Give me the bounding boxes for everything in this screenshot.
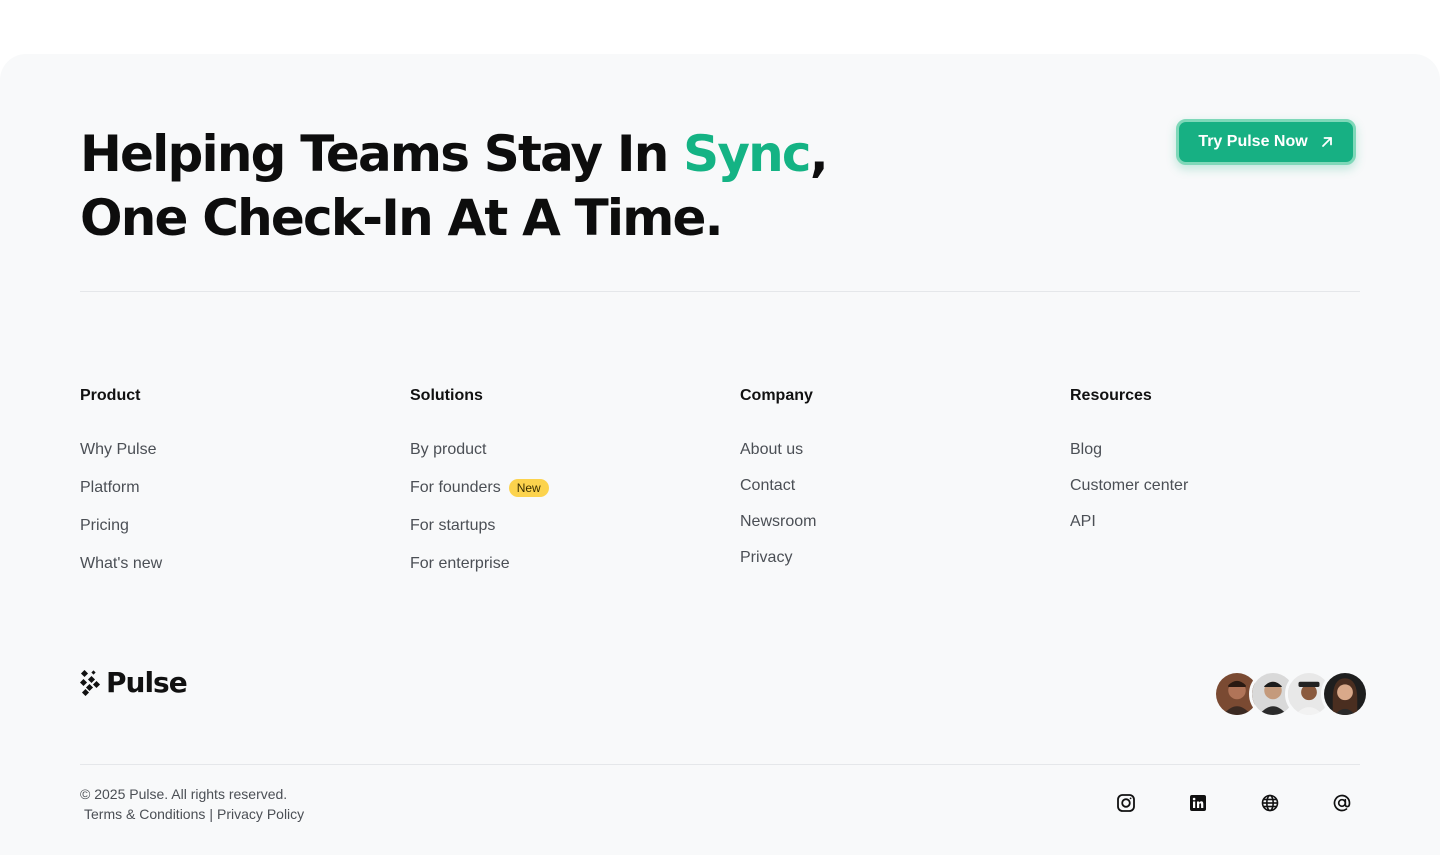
instagram-link[interactable] <box>1114 791 1138 815</box>
footer-column-product: Product Why Pulse Platform Pricing What'… <box>80 387 380 572</box>
footer-link-api[interactable]: API <box>1070 513 1188 549</box>
footer-link-privacy[interactable]: Privacy <box>740 549 816 585</box>
copyright-text: © 2025 Pulse. All rights reserved. <box>80 786 288 802</box>
footer-link-blog[interactable]: Blog <box>1070 441 1188 477</box>
brand-name: Pulse <box>106 666 188 699</box>
footer-column-company: Company About us Contact Newsroom Privac… <box>740 387 1040 566</box>
instagram-icon <box>1117 794 1135 812</box>
footer-link-for-enterprise[interactable]: For enterprise <box>410 555 549 593</box>
social-links <box>1114 791 1354 815</box>
pulse-logo-icon <box>80 669 101 696</box>
at-sign-icon <box>1333 794 1351 812</box>
avatar-group <box>1213 670 1369 718</box>
avatar <box>1321 670 1369 718</box>
footer-column-resources: Resources Blog Customer center API <box>1070 387 1370 530</box>
footer-link-contact[interactable]: Contact <box>740 477 816 513</box>
new-badge: New <box>508 479 549 497</box>
footer-link-newsroom[interactable]: Newsroom <box>740 513 816 549</box>
privacy-policy-link[interactable]: Privacy Policy <box>217 804 304 824</box>
footer-link-whats-new[interactable]: What's new <box>80 555 162 593</box>
legal-separator: | <box>209 806 214 822</box>
headline-accent-word: Sync <box>683 125 811 183</box>
column-title: Company <box>740 387 813 404</box>
headline-line1-punct: , <box>809 125 829 183</box>
footer-link-about-us[interactable]: About us <box>740 441 816 477</box>
headline-line1-text: Helping Teams Stay In <box>80 125 684 183</box>
footer-column-solutions: Solutions By product For founders New Fo… <box>410 387 710 572</box>
column-title: Solutions <box>410 387 483 404</box>
footer-link-label: For founders <box>410 479 501 496</box>
website-link[interactable] <box>1258 791 1282 815</box>
site-footer: Helping Teams Stay In Sync, One Check-In… <box>0 54 1440 855</box>
footer-link-for-founders[interactable]: For founders New <box>410 479 549 517</box>
column-title: Product <box>80 387 141 404</box>
arrow-up-right-icon <box>1321 137 1332 147</box>
headline-divider <box>80 291 1360 292</box>
email-link[interactable] <box>1330 791 1354 815</box>
footer-link-why-pulse[interactable]: Why Pulse <box>80 441 162 479</box>
globe-icon <box>1261 794 1279 812</box>
footer-link-pricing[interactable]: Pricing <box>80 517 162 555</box>
footer-link-for-startups[interactable]: For startups <box>410 517 549 555</box>
footer-link-platform[interactable]: Platform <box>80 479 162 517</box>
bottom-divider <box>80 764 1360 765</box>
pulse-logo[interactable]: Pulse <box>80 666 188 699</box>
footer-headline: Helping Teams Stay In Sync, One Check-In… <box>80 122 829 250</box>
try-pulse-button[interactable]: Try Pulse Now <box>1176 119 1356 165</box>
linkedin-link[interactable] <box>1186 791 1210 815</box>
footer-link-customer-center[interactable]: Customer center <box>1070 477 1188 513</box>
terms-link[interactable]: Terms & Conditions <box>84 804 205 824</box>
footer-link-by-product[interactable]: By product <box>410 441 549 479</box>
legal-links: Terms & Conditions | Privacy Policy <box>84 804 304 824</box>
linkedin-icon <box>1190 795 1206 811</box>
try-pulse-button-label: Try Pulse Now <box>1198 133 1308 150</box>
headline-line2-text: One Check-In At A Time. <box>80 189 724 247</box>
column-title: Resources <box>1070 387 1152 404</box>
